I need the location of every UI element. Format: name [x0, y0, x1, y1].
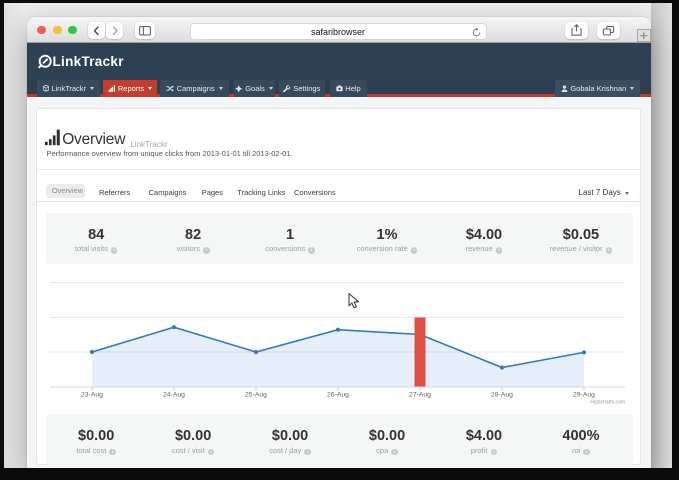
svg-text:26-Aug: 26-Aug	[327, 391, 349, 398]
svg-text:24-Aug: 24-Aug	[163, 391, 185, 398]
svg-text:Highcharts.com: Highcharts.com	[590, 399, 625, 405]
svg-text:29-Aug: 29-Aug	[573, 391, 595, 398]
svg-text:28-Aug: 28-Aug	[491, 391, 513, 398]
svg-text:25-Aug: 25-Aug	[245, 391, 267, 398]
svg-text:23-Aug: 23-Aug	[81, 391, 103, 398]
svg-text:27-Aug: 27-Aug	[409, 391, 431, 398]
